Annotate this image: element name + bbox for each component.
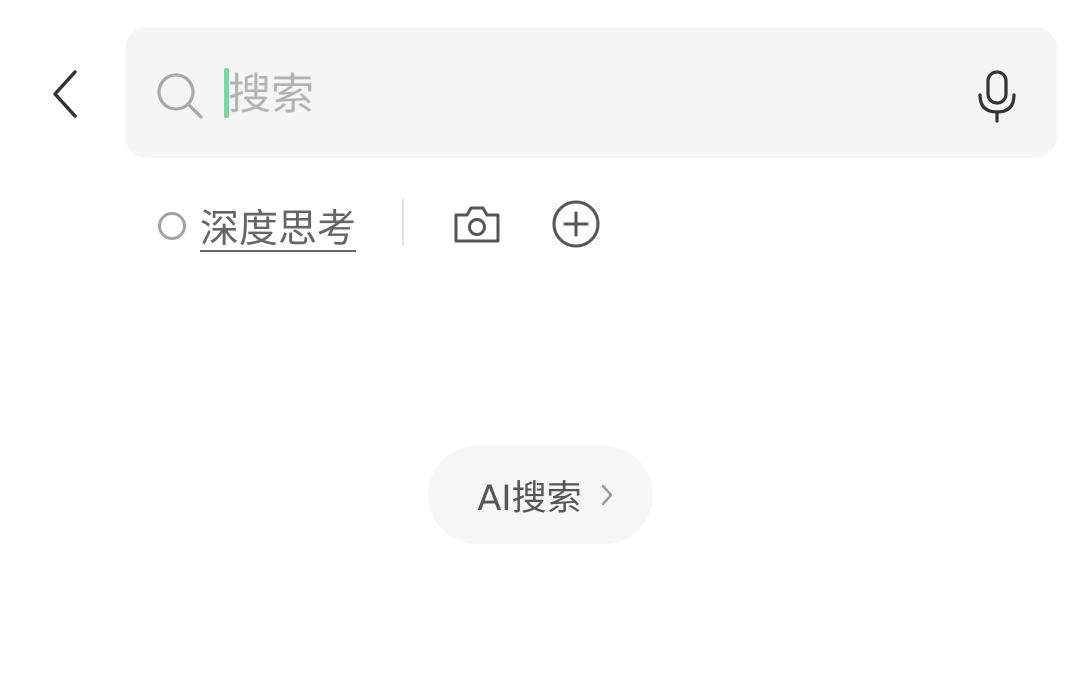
plus-circle-icon (552, 200, 600, 248)
back-button[interactable] (36, 58, 96, 130)
camera-icon (454, 206, 500, 243)
toolbar-divider (402, 199, 404, 246)
deep-think-radio[interactable] (158, 212, 186, 240)
deep-think-label: 深度思考 (200, 207, 357, 252)
search-options-toolbar: 深度思考 (0, 190, 1080, 260)
chevron-right-icon (600, 483, 614, 507)
camera-button[interactable] (448, 200, 506, 248)
search-icon (157, 73, 203, 119)
ai-search-label: AI搜索 (477, 478, 582, 519)
deep-think-toggle[interactable]: 深度思考 (156, 196, 356, 256)
voice-search-button[interactable] (970, 66, 1024, 126)
add-button[interactable] (550, 198, 602, 250)
microphone-icon (978, 70, 1016, 123)
chevron-left-icon (53, 70, 77, 118)
ai-search-button[interactable]: AI搜索 (428, 446, 653, 544)
search-input[interactable] (228, 62, 928, 128)
